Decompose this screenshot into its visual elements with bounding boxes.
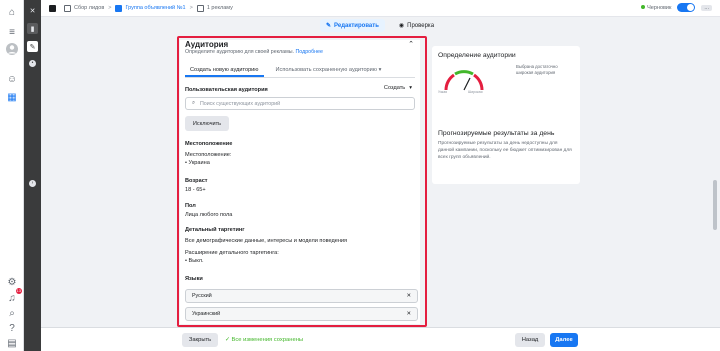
gauge-description: Выбрана достаточно широкая аудитория bbox=[516, 64, 558, 75]
chart-icon[interactable]: ▮ bbox=[27, 23, 38, 34]
gauge-right-label: Широкая bbox=[468, 90, 483, 94]
subtitle-text: Определите аудиторию для своей рекламы. bbox=[185, 49, 294, 55]
language-chip[interactable]: Русский ✕ bbox=[185, 289, 418, 303]
more-button[interactable]: ... bbox=[701, 4, 712, 11]
saved-status: ✓ Все изменения сохранены bbox=[225, 337, 303, 343]
notifications-icon[interactable]: ♫ 13 bbox=[5, 288, 22, 305]
location-label: Местоположение bbox=[185, 141, 233, 147]
audience-tabs: Создать новую аудиторию Использовать сох… bbox=[185, 64, 415, 78]
estimated-results-card: Прогнозируемые результаты за день Прогно… bbox=[432, 124, 580, 184]
top-bar: Сбор лидов > Группа объявлений №1 > 1 ре… bbox=[41, 0, 720, 17]
chevron-down-icon: ▾ bbox=[378, 67, 382, 73]
close-icon[interactable]: ✕ bbox=[407, 311, 411, 317]
home-icon[interactable]: ⌂ bbox=[5, 5, 19, 19]
search-icon[interactable]: ⌕ bbox=[5, 306, 19, 320]
next-button[interactable]: Далее bbox=[550, 333, 578, 347]
campaign-structure-panel: ✕ ▮ ✎ • › bbox=[24, 0, 41, 351]
section-title: Аудитория bbox=[185, 40, 229, 49]
search-icon: ⌕ bbox=[192, 100, 195, 106]
expansion-value: • Выкл. bbox=[185, 258, 204, 264]
expansion-label: Расширение детального таргетинга: bbox=[185, 250, 279, 256]
card-title: Определение аудитории bbox=[438, 52, 516, 59]
close-button[interactable]: Закрыть bbox=[182, 333, 218, 347]
tab-use-saved-label: Использовать сохраненную аудиторию bbox=[275, 67, 378, 73]
chevron-right-icon: > bbox=[189, 5, 193, 11]
tab-create-new[interactable]: Создать новую аудиторию bbox=[185, 64, 264, 77]
detailed-targeting-label: Детальный таргетинг bbox=[185, 227, 245, 233]
audience-section: Аудитория ⌃ Определите аудиторию для сво… bbox=[180, 40, 420, 324]
tab-review[interactable]: ◉ Проверка bbox=[393, 19, 440, 32]
report-icon[interactable]: ▤ bbox=[5, 336, 19, 350]
smiley-icon[interactable]: ☺ bbox=[5, 72, 19, 86]
menu-icon[interactable]: ≡ bbox=[5, 25, 19, 39]
results-text: Прогнозируемые результаты за день недост… bbox=[438, 141, 572, 160]
detailed-targeting-value: Все демографические данные, интересы и м… bbox=[185, 238, 348, 244]
learn-more-link[interactable]: Подробнее bbox=[295, 49, 322, 55]
settings-icon[interactable]: ⚙ bbox=[5, 275, 19, 289]
age-value: 18 - 65+ bbox=[185, 187, 206, 193]
avatar[interactable] bbox=[5, 42, 19, 56]
publish-toggle[interactable] bbox=[677, 3, 696, 12]
saved-text: Все изменения сохранены bbox=[231, 337, 304, 343]
chevron-down-icon: ▾ bbox=[409, 85, 412, 91]
folder-icon bbox=[64, 4, 71, 12]
card-title: Прогнозируемые результаты за день bbox=[438, 130, 555, 137]
section-subtitle: Определите аудиторию для своей рекламы. … bbox=[185, 49, 323, 55]
collapse-icon[interactable]: ⌃ bbox=[408, 40, 414, 48]
location-value: • Украина bbox=[185, 160, 210, 166]
gender-label: Пол bbox=[185, 203, 196, 209]
left-nav-rail: ⌂ ≡ ☺ ▦ ⚙ ♫ 13 ⌕ ? ▤ bbox=[0, 0, 24, 351]
language-chip[interactable]: Украинский ✕ bbox=[185, 307, 418, 321]
languages-label: Языки bbox=[185, 276, 203, 282]
eye-icon: ◉ bbox=[398, 23, 405, 29]
breadcrumb-ad[interactable]: 1 рекламу bbox=[207, 5, 233, 11]
search-placeholder: Поиск существующих аудиторий bbox=[199, 100, 281, 107]
pencil-icon: ✎ bbox=[326, 23, 332, 29]
back-button[interactable]: Назад bbox=[515, 333, 545, 347]
clock-icon[interactable]: • bbox=[29, 60, 36, 67]
tab-edit-label: Редактировать bbox=[334, 22, 379, 29]
draft-status: Черновик bbox=[641, 4, 672, 11]
chevron-right-icon: > bbox=[108, 5, 112, 11]
pencil-icon[interactable]: ✎ bbox=[27, 41, 38, 52]
tab-use-saved[interactable]: Использовать сохраненную аудиторию ▾ bbox=[276, 64, 382, 77]
scrollbar[interactable] bbox=[713, 180, 717, 230]
check-icon: ✓ bbox=[225, 337, 230, 343]
close-icon[interactable]: ✕ bbox=[407, 293, 411, 299]
help-icon[interactable]: ? bbox=[5, 321, 19, 335]
tab-review-label: Проверка bbox=[407, 22, 435, 29]
bottom-bar: Закрыть ✓ Все изменения сохранены Назад … bbox=[41, 327, 720, 351]
notification-count: 13 bbox=[15, 288, 22, 294]
adset-icon bbox=[115, 4, 123, 12]
language-label: Украинский bbox=[192, 311, 221, 317]
breadcrumb-campaign[interactable]: Сбор лидов bbox=[74, 5, 104, 11]
status-dot-icon bbox=[641, 4, 646, 9]
ad-icon bbox=[196, 4, 204, 12]
custom-audience-label: Пользовательская аудитория bbox=[185, 87, 268, 93]
tab-edit[interactable]: ✎ Редактировать bbox=[320, 19, 385, 32]
gender-value: Лица любого пола bbox=[185, 212, 233, 218]
panel-toggle-icon[interactable] bbox=[49, 4, 56, 12]
breadcrumb: Сбор лидов > Группа объявлений №1 > 1 ре… bbox=[49, 4, 233, 12]
location-sublabel: Местоположение: bbox=[185, 152, 232, 158]
exclude-button[interactable]: Исключить bbox=[185, 116, 229, 131]
close-icon[interactable]: ✕ bbox=[27, 5, 38, 16]
draft-status-label: Черновик bbox=[647, 4, 672, 11]
breadcrumb-adset[interactable]: Группа объявлений №1 bbox=[125, 5, 185, 11]
language-label: Русский bbox=[192, 293, 212, 299]
gauge-left-label: Узкая bbox=[438, 90, 448, 94]
mode-tabs: ✎ Редактировать ◉ Проверка bbox=[320, 19, 440, 32]
create-dropdown[interactable]: Создать ▾ bbox=[384, 85, 412, 91]
expand-icon[interactable]: › bbox=[29, 180, 36, 187]
age-label: Возраст bbox=[185, 178, 208, 184]
grid-icon[interactable]: ▦ bbox=[5, 90, 19, 104]
create-label: Создать bbox=[383, 85, 406, 91]
audience-search-input[interactable]: ⌕ Поиск существующих аудиторий bbox=[185, 97, 415, 110]
